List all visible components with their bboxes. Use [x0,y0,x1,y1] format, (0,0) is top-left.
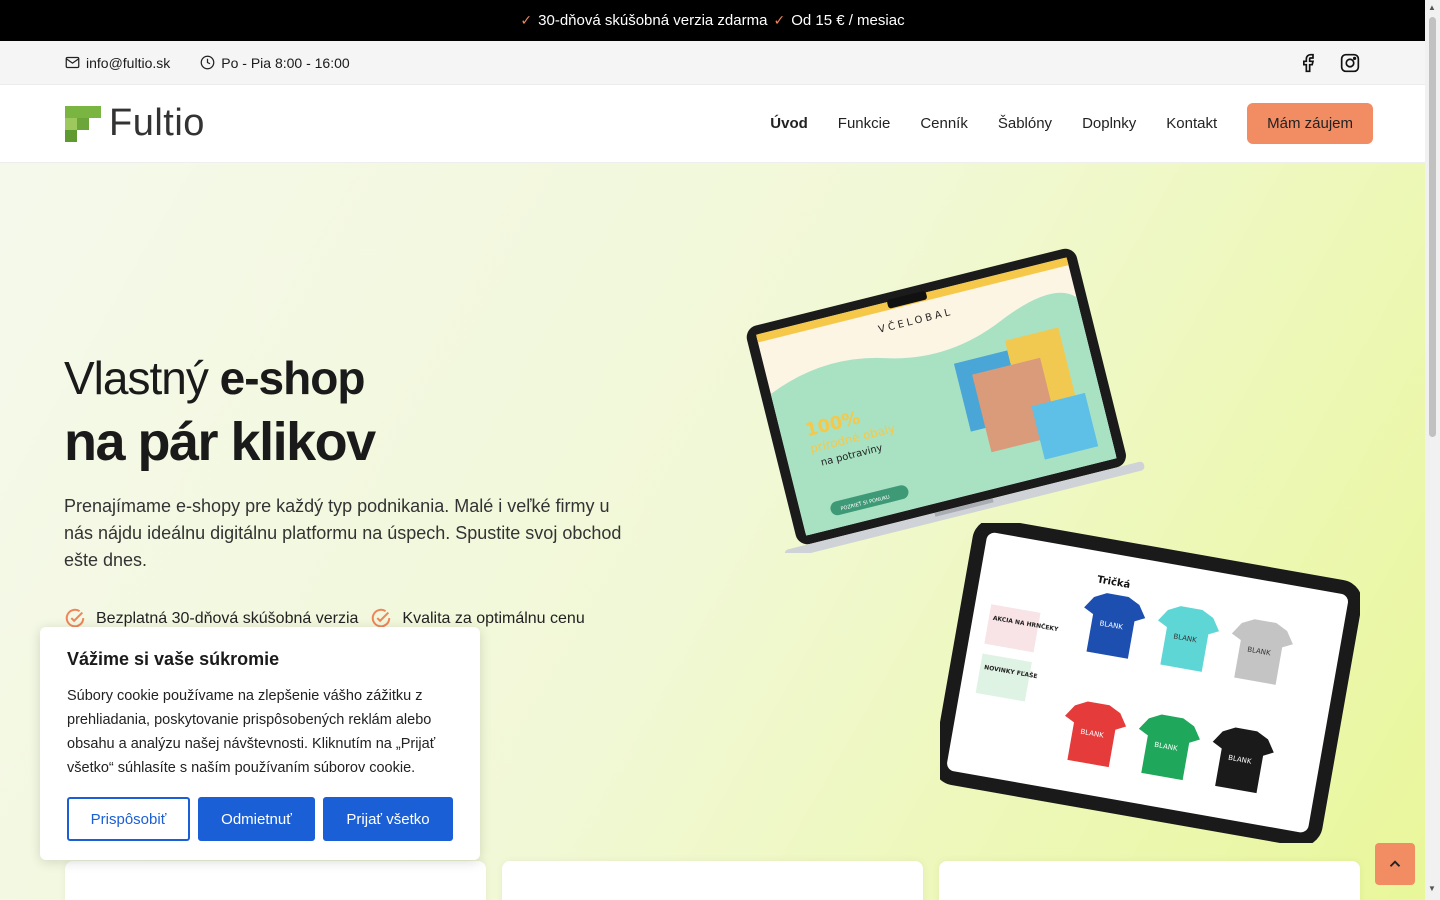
check-icon: ✓ [773,12,786,28]
reject-button[interactable]: Odmietnuť [198,797,315,841]
logo-text: Fultio [109,102,205,144]
cookie-text: Súbory cookie používame na zlepšenie váš… [67,688,436,776]
clock-icon [200,55,215,70]
opening-hours: Po - Pia 8:00 - 16:00 [200,55,350,71]
nav-item-kontakt[interactable]: Kontakt [1166,115,1217,132]
accept-all-button[interactable]: Prijať všetko [323,797,453,841]
scroll-up-arrow[interactable]: ▲ [1428,3,1436,12]
cookie-buttons: Prispôsobiť Odmietnuť Prijať všetko [67,797,453,841]
mail-icon [65,56,80,69]
nav-item-cennik[interactable]: Cenník [920,115,968,132]
customize-button[interactable]: Prispôsobiť [67,797,190,841]
feature-card [65,861,486,900]
logo[interactable]: Fultio [65,102,205,145]
contact-bar: info@fultio.sk Po - Pia 8:00 - 16:00 [0,41,1425,85]
email-link[interactable]: info@fultio.sk [65,55,170,71]
chevron-up-icon [1389,860,1401,867]
announcement-item: ✓ 30-dňová skúšobná verzia zdarma [520,12,768,29]
scroll-down-arrow[interactable]: ▼ [1428,884,1436,893]
nav-item-sablony[interactable]: Šablóny [998,115,1052,132]
announcement-item: ✓ Od 15 € / mesiac [773,12,905,29]
page-scrollbar[interactable]: ▲ ▼ [1425,0,1440,900]
scroll-to-top-button[interactable] [1375,843,1415,885]
check-icon: ✓ [520,12,533,28]
feature-card [939,861,1360,900]
instagram-icon[interactable] [1340,53,1360,73]
nav-item-uvod[interactable]: Úvod [770,115,808,132]
logo-mark [65,105,101,142]
announcement-bar: ✓ 30-dňová skúšobná verzia zdarma ✓ Od 1… [0,0,1425,41]
tablet-mockup: Tričká AKCIA NA HRNČEKY NOVINKY FĽAŠE BL… [940,523,1360,843]
feature-card [502,861,923,900]
main-nav: Úvod Funkcie Cenník Šablóny Doplnky Kont… [740,103,1373,144]
hero-description: Prenajímame e-shopy pre každý typ podnik… [64,496,622,570]
scrollbar-thumb[interactable] [1429,17,1436,437]
site-header: Fultio Úvod Funkcie Cenník Šablóny Dopln… [0,85,1425,163]
nav-item-doplnky[interactable]: Doplnky [1082,115,1136,132]
laptop-mockup: VČELOBAL 100% prírodné obaly na potravin… [746,248,1145,553]
social-links [1298,53,1360,73]
cookie-title: Vážime si vaše súkromie [67,649,280,669]
interest-button[interactable]: Mám záujem [1247,103,1373,144]
nav-item-funkcie[interactable]: Funkcie [838,115,891,132]
cookie-consent-dialog: Vážime si vaše súkromie Súbory cookie po… [40,627,480,860]
hero-title: Vlastný e-shop na pár klikov [64,352,376,472]
facebook-icon[interactable] [1298,53,1318,73]
